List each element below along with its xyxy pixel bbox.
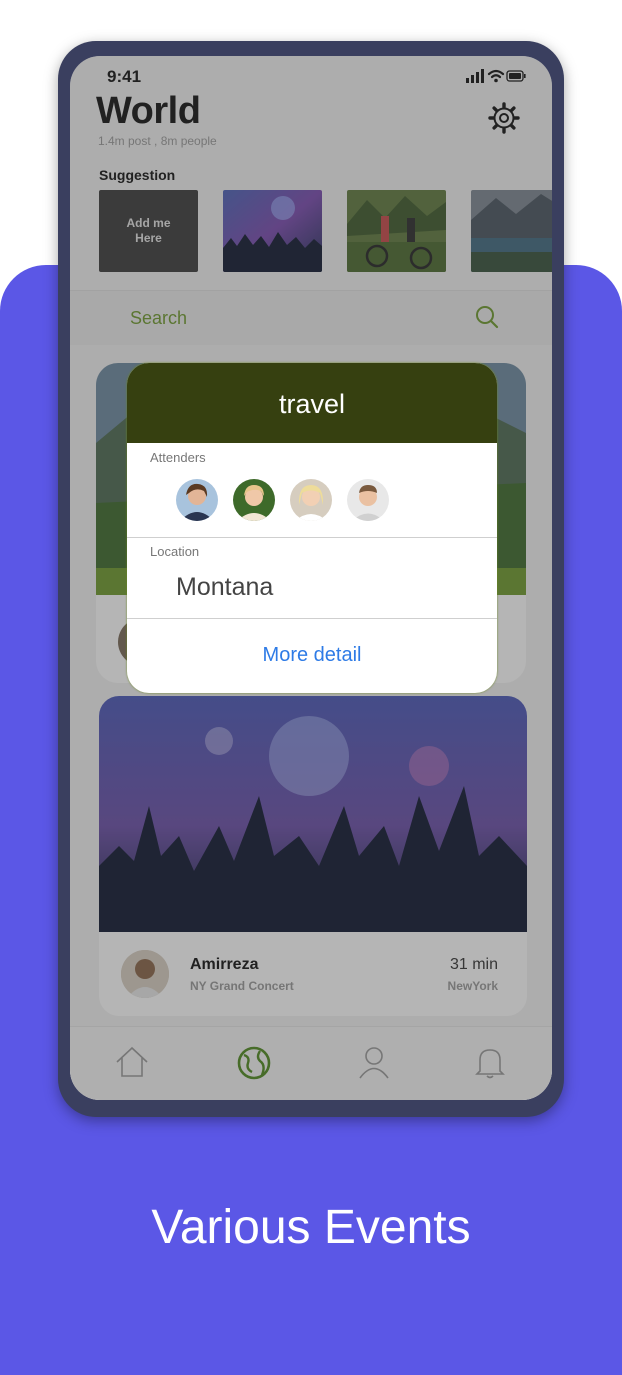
attender-avatar[interactable] <box>233 479 275 521</box>
promo-caption: Various Events <box>151 1201 471 1254</box>
attender-avatar[interactable] <box>176 479 218 521</box>
attenders-list <box>176 479 436 521</box>
more-detail-button[interactable]: More detail <box>127 644 497 667</box>
location-label: Location <box>150 544 200 559</box>
location-value: Montana <box>176 573 274 601</box>
popup-title: travel <box>127 363 497 443</box>
attenders-label: Attenders <box>150 450 206 465</box>
event-popup: travel Attenders Location Montana More d… <box>127 363 497 693</box>
popup-divider <box>127 537 497 538</box>
attender-avatar[interactable] <box>290 479 332 521</box>
attender-avatar[interactable] <box>347 479 389 521</box>
popup-divider <box>127 618 497 619</box>
